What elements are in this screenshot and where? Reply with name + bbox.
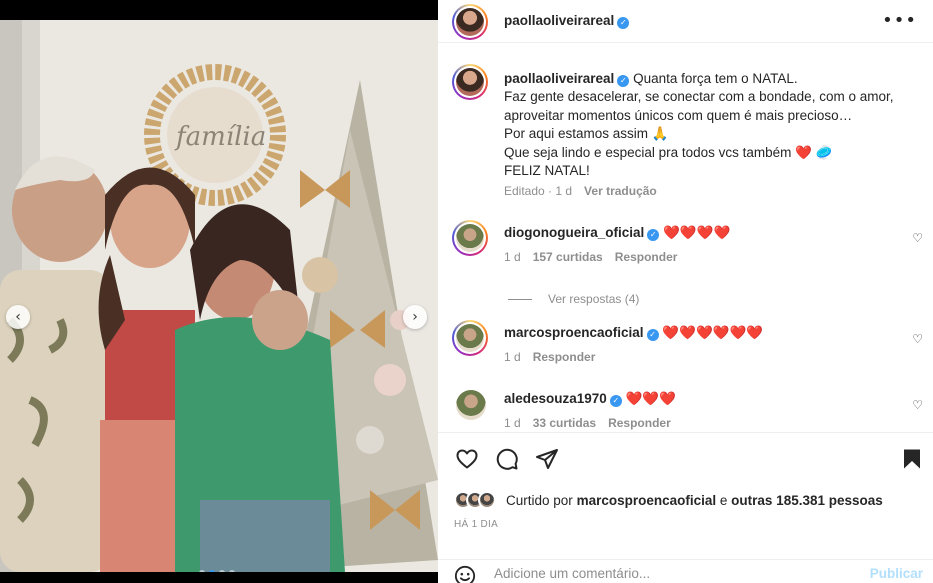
post-action-bar	[438, 432, 933, 482]
post-media: família ‹ ›	[0, 0, 438, 583]
send-icon	[536, 449, 558, 469]
comment-age: 1 d	[504, 250, 521, 264]
comment-meta: 1 d 33 curtidas Responder	[504, 416, 671, 430]
caption-line: Quanta força tem o NATAL.	[633, 71, 798, 86]
comment-icon	[496, 448, 518, 470]
comment-text: ❤️❤️❤️	[625, 391, 677, 407]
heart-outline-icon: ♡	[912, 398, 923, 412]
comment-body: diogonogueira_oficial ✓ ❤️❤️❤️❤️	[504, 225, 730, 241]
photo-illustration: família	[0, 20, 438, 572]
next-photo-button[interactable]: ›	[403, 305, 427, 329]
comments-list: paollaoliveirareal ✓ Quanta força tem o N…	[438, 44, 933, 432]
liker-avatars	[454, 491, 496, 509]
carousel-dot	[229, 570, 235, 572]
more-icon: •••	[882, 10, 917, 31]
commenter-avatar[interactable]	[456, 324, 484, 352]
verified-badge-icon: ✓	[646, 329, 659, 341]
comment-text: ❤️❤️❤️❤️❤️❤️	[662, 325, 764, 341]
verified-badge-icon: ✓	[609, 395, 622, 407]
carousel-indicator	[199, 570, 235, 572]
author-username[interactable]: paollaoliveirareal ✓	[504, 13, 630, 29]
comment-age: 1 d	[504, 416, 521, 430]
chevron-left-icon: ‹	[15, 309, 21, 325]
verified-badge-icon: ✓	[647, 229, 660, 241]
view-replies-button[interactable]: Ver respostas (4)	[508, 292, 639, 306]
comment-composer: Publicar	[438, 559, 933, 583]
liked-by-prefix: Curtido por	[506, 492, 573, 508]
comment-body: aledesouza1970 ✓ ❤️❤️❤️	[504, 391, 676, 407]
likes-summary: Curtido por marcosproencaoficial e outra…	[454, 490, 883, 510]
reply-button[interactable]: Responder	[615, 250, 678, 264]
post-photo[interactable]: família ‹ ›	[0, 20, 438, 572]
post-side-panel: paollaoliveirareal ✓ ••• paollaoliveirare…	[438, 0, 933, 583]
heart-outline-icon: ♡	[912, 332, 923, 346]
more-options-button[interactable]: •••	[882, 10, 917, 31]
post-caption: paollaoliveirareal ✓ Quanta força tem o N…	[504, 70, 924, 180]
instagram-post-modal: família ‹ › paollaoliveirareal ✓ ••• pao…	[0, 0, 933, 583]
carousel-dot	[199, 570, 205, 572]
chevron-right-icon: ›	[412, 309, 418, 325]
liked-by-middle: e	[719, 492, 728, 508]
commenter-username[interactable]: diogonogueira_oficial	[504, 225, 644, 240]
view-replies-label[interactable]: Ver respostas (4)	[548, 292, 639, 306]
comment-meta: 1 d 157 curtidas Responder	[504, 250, 677, 264]
post-header: paollaoliveirareal ✓ •••	[438, 0, 933, 43]
bookmark-filled-icon	[904, 449, 920, 469]
emoji-icon	[454, 565, 476, 583]
author-name-text[interactable]: paollaoliveirareal	[504, 13, 614, 28]
liked-by-user[interactable]: marcosproencaoficial	[577, 493, 717, 508]
save-button[interactable]	[899, 446, 925, 472]
commenter-username[interactable]: aledesouza1970	[504, 391, 607, 406]
like-button[interactable]	[454, 446, 480, 472]
svg-text:família: família	[174, 122, 266, 152]
caption-edited: Editado · 1 d	[504, 184, 573, 198]
commenter-avatar[interactable]	[456, 224, 484, 252]
like-comment-button[interactable]: ♡	[912, 398, 923, 412]
commenter-username[interactable]: marcosproencaoficial	[504, 325, 644, 340]
liker-avatar	[478, 491, 496, 509]
reply-button[interactable]: Responder	[608, 416, 671, 430]
heart-outline-icon: ♡	[912, 231, 923, 245]
reply-button[interactable]: Responder	[533, 350, 596, 364]
liked-by-others[interactable]: outras 185.381 pessoas	[731, 493, 883, 508]
like-comment-button[interactable]: ♡	[912, 332, 923, 346]
comment-input[interactable]	[494, 566, 854, 581]
caption-author-avatar[interactable]	[456, 68, 484, 96]
verified-badge-icon: ✓	[617, 17, 630, 29]
heart-icon	[456, 449, 478, 469]
comment-likes[interactable]: 157 curtidas	[533, 250, 603, 264]
caption-line: Por aqui estamos assim 🙏	[504, 126, 669, 142]
verified-badge-icon: ✓	[617, 75, 630, 87]
previous-photo-button[interactable]: ‹	[6, 305, 30, 329]
caption-line: aproveitar momentos únicos com quem é ma…	[504, 107, 853, 123]
commenter-avatar[interactable]	[456, 390, 486, 420]
author-avatar[interactable]	[456, 8, 484, 36]
comment-likes[interactable]: 33 curtidas	[533, 416, 596, 430]
publish-button[interactable]: Publicar	[870, 566, 923, 581]
caption-author-username[interactable]: paollaoliveirareal	[504, 71, 614, 86]
comment-body: marcosproencaoficial ✓ ❤️❤️❤️❤️❤️❤️	[504, 325, 763, 341]
carousel-dot	[219, 570, 225, 572]
caption-line: Faz gente desacelerar, se conectar com a…	[504, 89, 894, 105]
like-comment-button[interactable]: ♡	[912, 231, 923, 245]
post-timestamp[interactable]: HÁ 1 DIA	[454, 519, 498, 530]
caption-line: Que seja lindo e especial pra todos vcs …	[504, 144, 833, 160]
emoji-button[interactable]	[454, 565, 478, 583]
caption-meta: Editado · 1 d Ver tradução	[504, 184, 657, 198]
comment-age: 1 d	[504, 350, 521, 364]
see-translation-button[interactable]: Ver tradução	[584, 184, 657, 198]
share-button[interactable]	[534, 446, 560, 472]
carousel-dot-active	[209, 570, 215, 572]
comment-text: ❤️❤️❤️❤️	[663, 225, 731, 241]
comment-button[interactable]	[494, 446, 520, 472]
caption-line: FELIZ NATAL!	[504, 163, 590, 179]
comment-meta: 1 d Responder	[504, 350, 595, 364]
replies-divider	[508, 299, 532, 301]
